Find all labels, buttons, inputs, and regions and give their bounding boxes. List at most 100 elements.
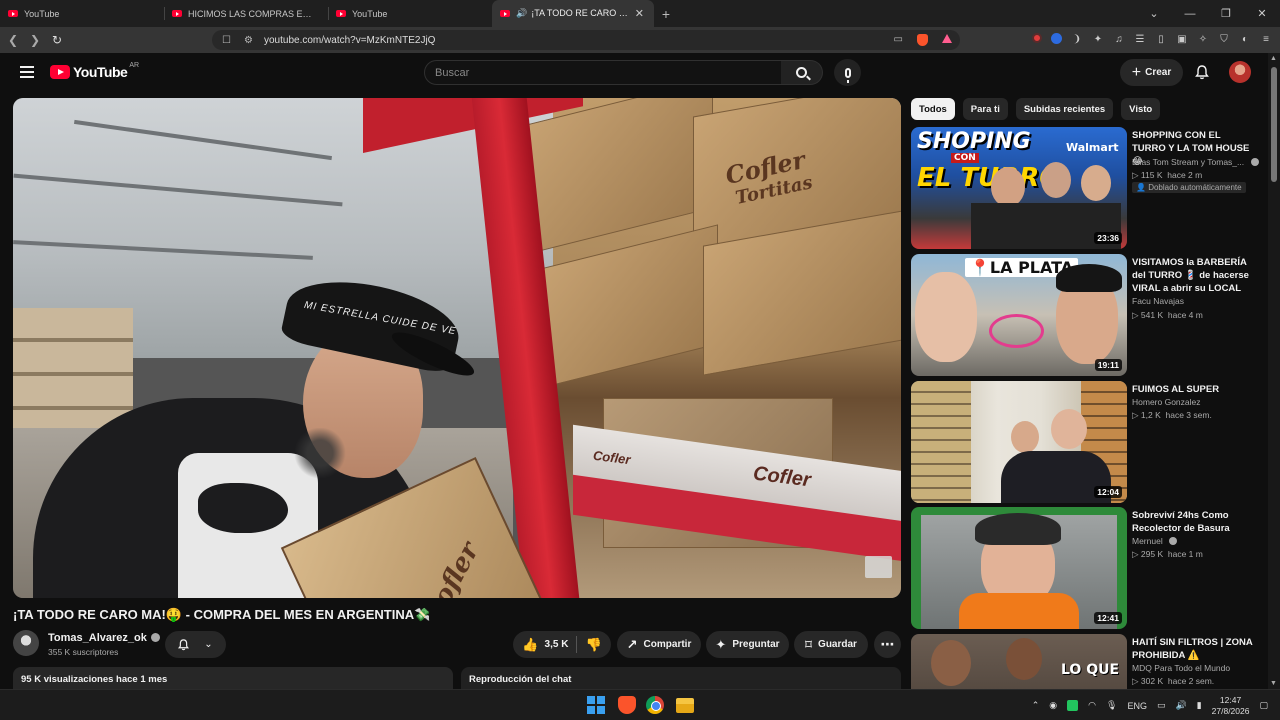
share-button[interactable]: ↗ Compartir bbox=[617, 631, 701, 658]
windows-start-icon[interactable] bbox=[587, 696, 605, 714]
volume-icon[interactable]: 🔊 bbox=[1175, 700, 1186, 711]
chip-for-you[interactable]: Para ti bbox=[962, 98, 1008, 120]
chip-all[interactable]: Todos bbox=[911, 98, 955, 120]
ask-button[interactable]: ✦ Preguntar bbox=[706, 631, 789, 658]
blue-extension-icon[interactable] bbox=[1051, 33, 1062, 44]
record-extension-icon[interactable] bbox=[1032, 33, 1042, 43]
recommended-video[interactable]: 📍LA PLATA 19:11 VISITAMOS la BARBERÍA de… bbox=[911, 254, 1261, 376]
recommended-title[interactable]: FUIMOS AL SUPER bbox=[1132, 383, 1254, 396]
record-tray-icon[interactable]: ◉ bbox=[1049, 700, 1057, 711]
recommended-channel[interactable]: Homero Gonzalez bbox=[1132, 397, 1201, 407]
video-thumbnail[interactable]: 📍LA PLATA 19:11 bbox=[911, 254, 1127, 376]
wave-extension-icon[interactable]: ❩ bbox=[1071, 33, 1083, 45]
recommended-channel[interactable]: Elias Tom Stream y Tomas_... bbox=[1132, 157, 1259, 167]
back-icon[interactable]: ❮ bbox=[2, 33, 24, 47]
audio-playing-icon[interactable]: 🔊 bbox=[516, 8, 527, 19]
brave-news-icon[interactable]: ◐ bbox=[1239, 33, 1251, 45]
sidebar-icon[interactable]: ▯ bbox=[1155, 33, 1167, 45]
account-avatar[interactable] bbox=[1229, 61, 1251, 83]
reading-list-icon[interactable]: ☰ bbox=[1134, 33, 1146, 45]
guide-menu-icon[interactable] bbox=[20, 66, 34, 78]
browser-tab[interactable]: YouTube bbox=[328, 0, 492, 27]
recommended-title[interactable]: VISITAMOS la BARBERÍA del TURRO 💈 de hac… bbox=[1132, 256, 1254, 295]
create-button[interactable]: + Crear bbox=[1120, 59, 1183, 86]
video-player[interactable]: Cofler Tortitas Cofler Cofler MI ESTRELL… bbox=[13, 98, 901, 598]
brave-browser-icon[interactable] bbox=[618, 696, 636, 714]
cast-icon[interactable]: ▭ bbox=[894, 34, 903, 46]
video-thumbnail[interactable]: LO QUE bbox=[911, 634, 1127, 689]
puzzle-extension-icon[interactable]: ✦ bbox=[1092, 33, 1104, 45]
browser-tab[interactable]: HICIMOS LAS COMPRAS EN UN MAYORISTA bbox=[164, 0, 328, 27]
scrollbar-thumb[interactable] bbox=[1271, 67, 1277, 182]
address-bar[interactable]: ☐ ⚙ youtube.com/watch?v=MzKmNTE2JjQ ▭ bbox=[212, 30, 960, 50]
recommended-title[interactable]: HAITÍ SIN FILTROS | ZONA PROHIBIDA ⚠️ bbox=[1132, 636, 1254, 662]
chat-replay-panel[interactable]: Reproducción del chat bbox=[461, 667, 901, 689]
wallet-icon[interactable]: ▣ bbox=[1176, 33, 1188, 45]
more-actions-button[interactable]: ⋯ bbox=[874, 631, 901, 658]
description-box[interactable]: 95 K visualizaciones hace 1 mes bbox=[13, 667, 453, 689]
show-hidden-icons-icon[interactable]: ⌃ bbox=[1032, 700, 1040, 711]
search-input[interactable]: Buscar bbox=[424, 60, 782, 85]
new-tab-button[interactable]: + bbox=[654, 0, 678, 27]
channel-name[interactable]: Tomas_Alvarez_ok bbox=[48, 632, 160, 644]
video-thumbnail[interactable]: SHOPING CON EL TURRO Walmart 23:36 bbox=[911, 127, 1127, 249]
restore-icon[interactable]: ❐ bbox=[1208, 7, 1244, 20]
recommended-video[interactable]: SHOPING CON EL TURRO Walmart 23:36 SHOPP… bbox=[911, 127, 1261, 249]
recommended-title[interactable]: Sobreviví 24hs Como Recolector de Basura bbox=[1132, 509, 1254, 535]
chip-recent-uploads[interactable]: Subidas recientes bbox=[1015, 98, 1114, 120]
browser-tab[interactable]: YouTube bbox=[0, 0, 164, 27]
vpn-shield-icon[interactable]: ⛉ bbox=[1218, 33, 1230, 45]
file-explorer-icon[interactable] bbox=[676, 698, 694, 713]
recommended-video[interactable]: LO QUE HAITÍ SIN FILTROS | ZONA PROHIBID… bbox=[911, 634, 1261, 689]
recommended-video[interactable]: 12:41 Sobreviví 24hs Como Recolector de … bbox=[911, 507, 1261, 629]
language-indicator[interactable]: ENG bbox=[1127, 701, 1147, 711]
recommended-video[interactable]: 12:04 FUIMOS AL SUPER Homero Gonzalez ▷ … bbox=[911, 381, 1261, 503]
save-button[interactable]: ⌑ Guardar bbox=[794, 631, 868, 658]
wifi-tray-icon[interactable]: ◠ bbox=[1088, 700, 1096, 711]
chrome-browser-icon[interactable] bbox=[646, 696, 664, 714]
site-info-icon[interactable]: ⚙ bbox=[244, 35, 253, 46]
music-icon[interactable]: ♫ bbox=[1113, 33, 1125, 45]
close-tab-icon[interactable]: ✕ bbox=[635, 7, 644, 20]
channel-name-text[interactable]: Tomas_Alvarez_ok bbox=[48, 632, 147, 644]
reload-icon[interactable]: ↻ bbox=[46, 33, 68, 47]
taskbar-clock[interactable]: 12:47 27/8/2026 bbox=[1212, 695, 1250, 717]
chat-replay-title: Reproducción del chat bbox=[469, 674, 572, 685]
close-window-icon[interactable]: ✕ bbox=[1244, 7, 1280, 20]
recommended-channel-text[interactable]: Mernuel bbox=[1132, 536, 1163, 546]
microphone-tray-icon[interactable]: 🎙 bbox=[1106, 700, 1117, 711]
battery-icon[interactable]: ▮ bbox=[1197, 700, 1202, 711]
recommended-channel[interactable]: Mernuel bbox=[1132, 536, 1178, 546]
video-thumbnail[interactable]: 12:41 bbox=[911, 507, 1127, 629]
network-icon[interactable]: ▭ bbox=[1157, 700, 1166, 711]
notifications-icon[interactable]: ▢ bbox=[1259, 700, 1268, 711]
recommended-channel[interactable]: Facu Navajas bbox=[1132, 296, 1184, 306]
menu-icon[interactable]: ≡ bbox=[1260, 33, 1272, 45]
recommended-channel[interactable]: MDQ Para Todo el Mundo bbox=[1132, 663, 1230, 673]
tab-search-icon[interactable]: ⌄ bbox=[1136, 7, 1172, 20]
youtube-logo[interactable]: YouTube AR bbox=[50, 62, 139, 80]
brave-rewards-icon[interactable] bbox=[942, 34, 952, 43]
scroll-down-icon[interactable]: ▼ bbox=[1270, 680, 1277, 687]
forward-icon[interactable]: ❯ bbox=[24, 33, 46, 47]
notifications-bell-icon[interactable] bbox=[1195, 65, 1209, 80]
minimize-icon[interactable]: — bbox=[1172, 8, 1208, 20]
channel-avatar[interactable] bbox=[13, 630, 39, 656]
chip-watched[interactable]: Visto bbox=[1121, 98, 1161, 120]
search-button[interactable] bbox=[781, 60, 823, 85]
video-thumbnail[interactable]: 12:04 bbox=[911, 381, 1127, 503]
like-count[interactable]: 3,5 K bbox=[545, 639, 569, 650]
page-scrollbar[interactable]: ▲ ▼ bbox=[1268, 53, 1280, 689]
bookmark-icon[interactable]: ☐ bbox=[222, 35, 231, 46]
voice-search-button[interactable] bbox=[834, 59, 861, 86]
like-icon[interactable]: 👍 bbox=[522, 637, 538, 653]
green-app-tray-icon[interactable] bbox=[1067, 700, 1079, 711]
url-text[interactable]: youtube.com/watch?v=MzKmNTE2JjQ bbox=[264, 35, 435, 46]
leo-ai-icon[interactable]: ✧ bbox=[1197, 33, 1209, 45]
browser-tab-active[interactable]: 🔊 ¡TA TODO RE CARO MA!🤑 ✕ bbox=[492, 0, 654, 27]
brave-shield-icon[interactable] bbox=[917, 34, 928, 46]
dislike-icon[interactable]: 👎 bbox=[585, 637, 601, 653]
scroll-up-icon[interactable]: ▲ bbox=[1270, 55, 1277, 62]
subscribed-notifications-button[interactable]: ⌄ bbox=[165, 631, 226, 658]
recommended-channel-text[interactable]: Elias Tom Stream y Tomas_... bbox=[1132, 157, 1244, 167]
